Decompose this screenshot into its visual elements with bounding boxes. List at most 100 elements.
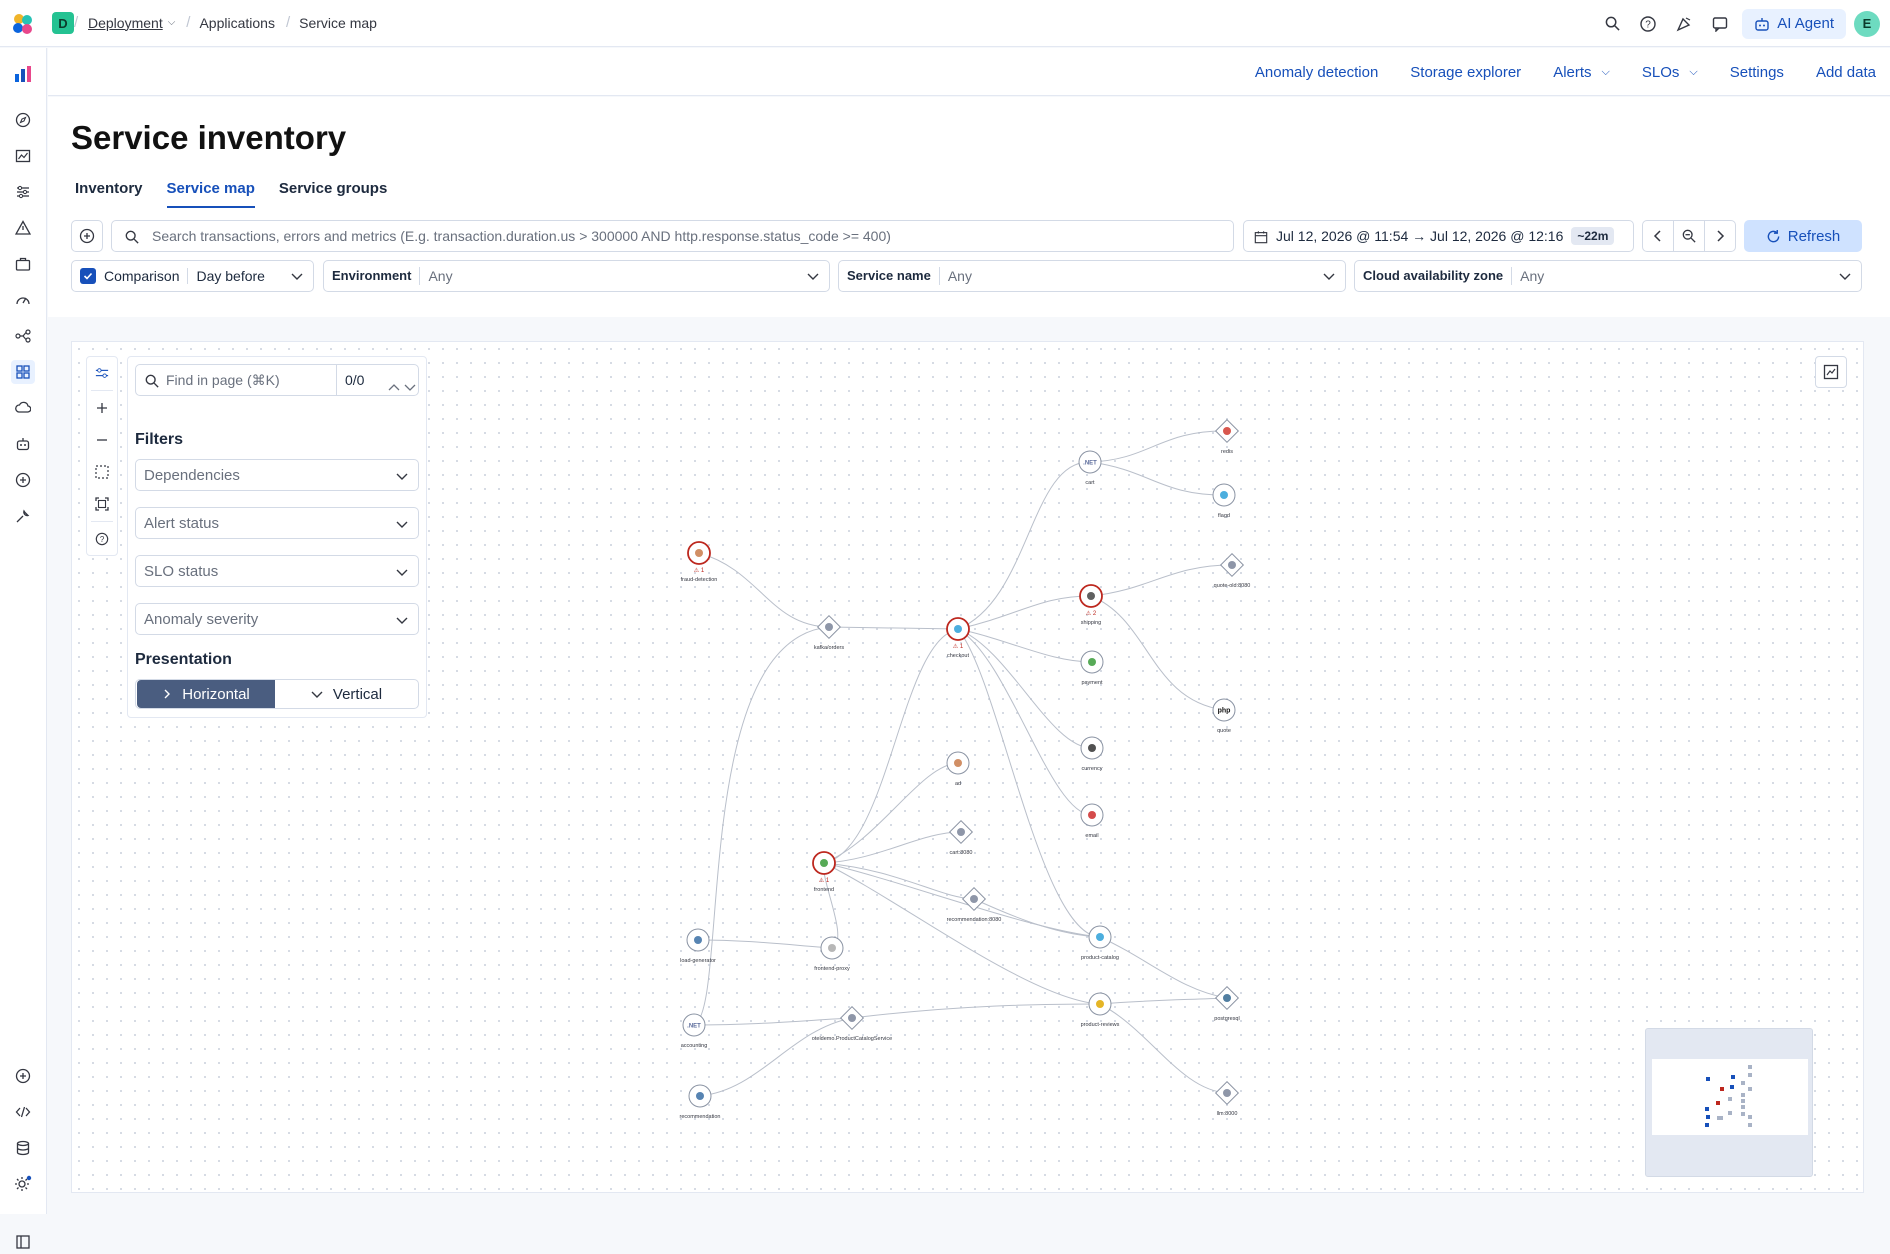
map-node-load-generator[interactable]: load-generator — [680, 928, 716, 964]
alert-count-badge: ⚠ 1 — [819, 877, 830, 884]
minimap[interactable] — [1645, 1028, 1813, 1177]
node-label: redis — [1221, 449, 1233, 455]
filter-panel-toggle-icon[interactable] — [87, 357, 117, 389]
search-icon — [145, 374, 159, 388]
chevron-down-icon — [396, 473, 408, 480]
anomaly-severity-select[interactable]: Anomaly severity — [135, 603, 419, 635]
map-node-product-reviews[interactable]: product-reviews — [1081, 992, 1120, 1028]
service-type-icon — [1088, 658, 1096, 666]
alert-status-label: Alert status — [144, 514, 220, 532]
service-type-icon — [954, 759, 962, 767]
service-type-icon — [954, 625, 962, 633]
service-type-icon — [820, 859, 828, 867]
node-label: email — [1085, 833, 1098, 839]
find-placeholder: Find in page (⌘K) — [166, 371, 280, 388]
alert-count-badge: ⚠ 1 — [694, 567, 705, 574]
vertical-option[interactable]: Vertical — [275, 680, 418, 708]
map-node-postgresql[interactable]: postgresql — [1214, 985, 1240, 1022]
map-toolbar: ? — [86, 356, 118, 556]
map-node-llm[interactable]: llm:8000 — [1214, 1080, 1240, 1117]
node-label: product-catalog — [1081, 955, 1119, 961]
slo-status-label: SLO status — [144, 562, 219, 580]
service-type-icon — [1096, 1000, 1104, 1008]
map-node-cart8080[interactable]: cart:8080 — [948, 819, 974, 856]
node-label: recommendation — [680, 1114, 721, 1120]
node-label: postgresql — [1214, 1016, 1239, 1022]
find-in-page-input[interactable]: Find in page (⌘K) 0/0 — [135, 364, 419, 396]
service-type-icon — [1223, 994, 1231, 1002]
node-label: frontend-proxy — [814, 966, 850, 972]
chevron-down-icon — [396, 569, 408, 576]
node-label: load-generator — [680, 958, 716, 964]
map-node-fraud-detection[interactable]: ⚠ 1 fraud-detection — [681, 541, 718, 583]
service-type-icon — [825, 623, 833, 631]
chevron-down-icon — [311, 691, 323, 698]
alert-status-select[interactable]: Alert status — [135, 507, 419, 539]
map-node-currency[interactable]: currency — [1080, 736, 1104, 772]
service-type-icon — [695, 549, 703, 557]
map-node-accounting[interactable]: .NET accounting — [681, 1013, 708, 1049]
map-node-redis[interactable]: redis — [1214, 418, 1240, 455]
vertical-label: Vertical — [332, 685, 383, 703]
map-node-recommendation[interactable]: recommendation — [680, 1084, 721, 1120]
map-node-payment[interactable]: payment — [1080, 650, 1104, 686]
filters-heading: Filters — [135, 431, 184, 448]
export-map-icon[interactable] — [1815, 356, 1847, 388]
map-node-checkout[interactable]: ⚠ 1 checkout — [946, 617, 970, 659]
slo-status-select[interactable]: SLO status — [135, 555, 419, 587]
node-label: product-reviews — [1081, 1022, 1120, 1028]
service-type-icon — [696, 1092, 704, 1100]
service-language-icon: php — [1218, 708, 1231, 715]
service-type-icon — [1220, 491, 1228, 499]
select-area-icon[interactable] — [87, 456, 117, 488]
node-label: cart — [1085, 480, 1095, 486]
chevron-down-icon — [396, 521, 408, 528]
minimap-viewport[interactable] — [1652, 1059, 1808, 1135]
map-node-frontend[interactable]: ⚠ 1 frontend — [812, 851, 836, 893]
node-label: ad — [955, 781, 961, 787]
map-node-email[interactable]: email — [1080, 803, 1104, 839]
service-type-icon — [828, 944, 836, 952]
presentation-toggle: Horizontal Vertical — [135, 679, 419, 709]
node-label: payment — [1081, 680, 1103, 686]
node-label: kafka/orders — [814, 645, 845, 651]
dependencies-select[interactable]: Dependencies — [135, 459, 419, 491]
service-type-icon — [1228, 561, 1236, 569]
service-type-icon — [1088, 744, 1096, 752]
map-node-quote[interactable]: php quote — [1212, 698, 1236, 734]
service-type-icon — [957, 828, 965, 836]
map-node-kafka[interactable]: kafka/orders — [814, 614, 845, 651]
graph-nodes: ⚠ 1 fraud-detection kafka/orders ⚠ 1 checkou… — [680, 418, 1251, 1120]
node-label: llm:8000 — [1217, 1111, 1238, 1117]
zoom-out-icon[interactable] — [87, 424, 117, 456]
svg-text:?: ? — [100, 535, 105, 544]
horizontal-option[interactable]: Horizontal — [137, 680, 275, 708]
map-node-oteldemo[interactable]: oteldemo.ProductCatalogService — [812, 1005, 892, 1042]
map-node-shipping[interactable]: ⚠ 2 shipping — [1079, 584, 1103, 626]
help-icon[interactable]: ? — [87, 523, 117, 555]
map-node-frontend-proxy[interactable]: frontend-proxy — [814, 936, 850, 972]
node-label: checkout — [947, 653, 969, 659]
map-node-flagd[interactable]: flagd — [1212, 483, 1236, 519]
map-node-quote-old[interactable]: quote-old:8080 — [1214, 552, 1251, 589]
map-filter-panel: Find in page (⌘K) 0/0 Filters Dependenci… — [127, 356, 427, 718]
collapse-nav-icon[interactable] — [11, 1230, 35, 1254]
fit-view-icon[interactable] — [87, 488, 117, 520]
map-node-cart[interactable]: .NET cart — [1078, 450, 1102, 486]
node-label: oteldemo.ProductCatalogService — [812, 1036, 892, 1042]
service-type-icon — [970, 895, 978, 903]
alert-count-badge: ⚠ 2 — [1086, 610, 1097, 617]
service-type-icon — [694, 936, 702, 944]
horizontal-label: Horizontal — [182, 685, 250, 703]
node-label: quote — [1217, 728, 1231, 734]
service-type-icon — [1088, 811, 1096, 819]
node-label: accounting — [681, 1043, 708, 1049]
node-label: quote-old:8080 — [1214, 583, 1251, 589]
map-node-ad[interactable]: ad — [946, 751, 970, 787]
zoom-in-icon[interactable] — [87, 392, 117, 424]
map-node-recommendation8080[interactable]: recommendation:8080 — [947, 886, 1002, 923]
node-label: frontend — [814, 887, 834, 893]
service-type-icon — [1223, 1089, 1231, 1097]
service-type-icon — [1096, 933, 1104, 941]
service-type-icon — [848, 1014, 856, 1022]
